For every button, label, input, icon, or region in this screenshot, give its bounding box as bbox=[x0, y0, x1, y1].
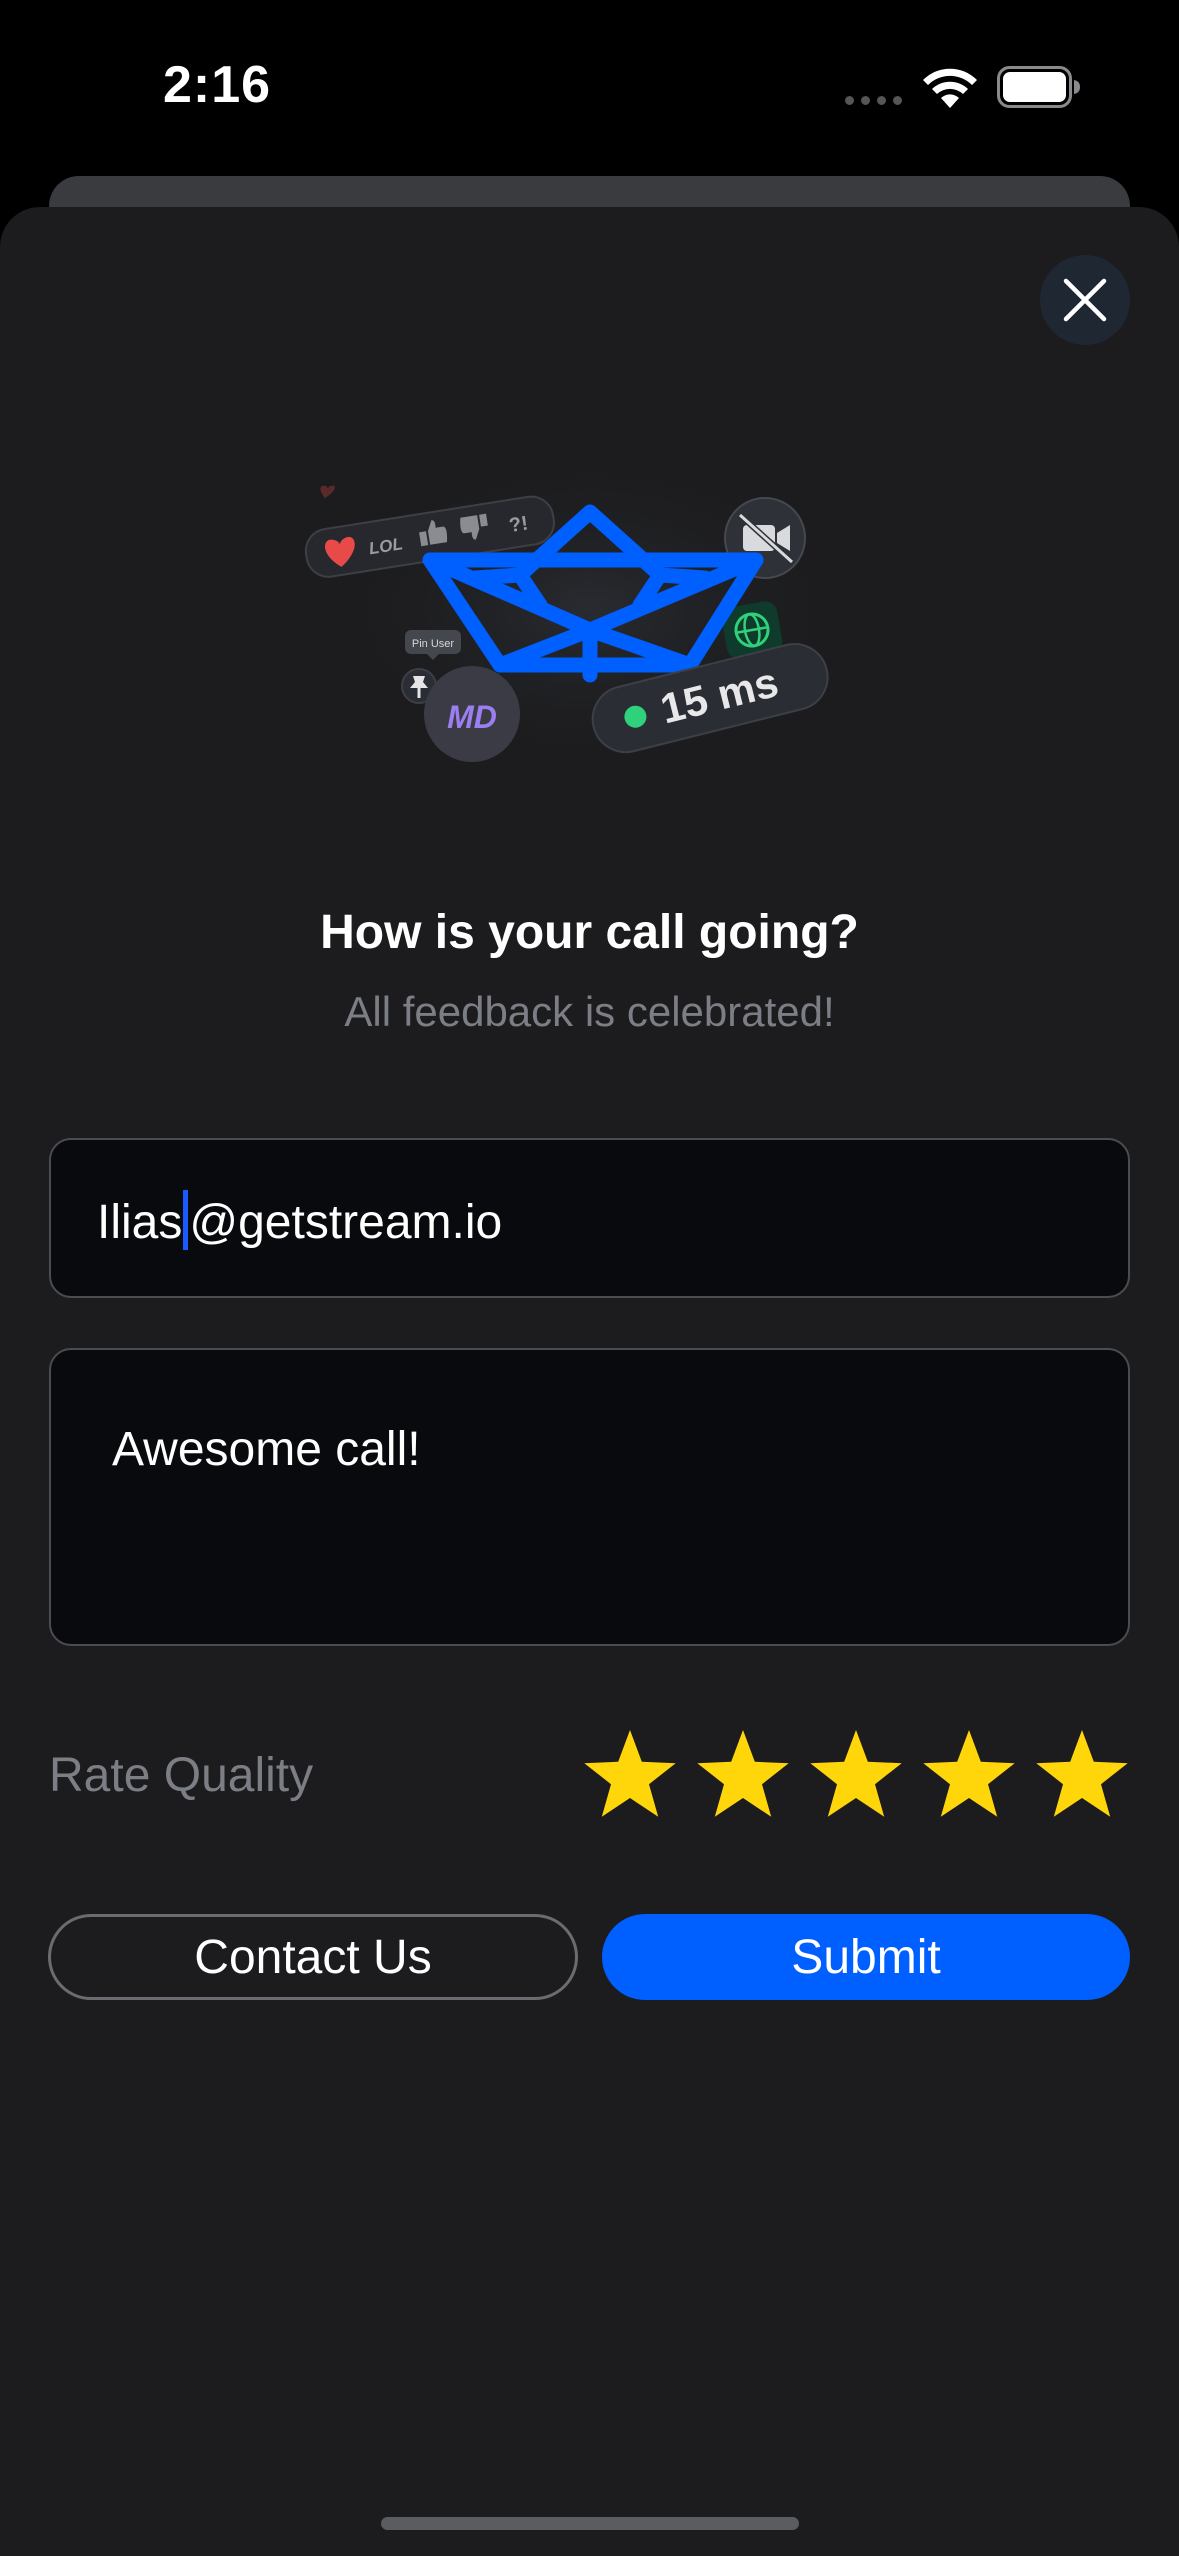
feedback-illustration: LOL ?! Pin User MD 15 ms bbox=[304, 440, 870, 780]
comment-value[interactable]: Awesome call! bbox=[112, 1422, 421, 1477]
star-icon[interactable] bbox=[921, 1727, 1017, 1823]
avatar: MD bbox=[424, 666, 520, 762]
text-caret bbox=[183, 1190, 189, 1250]
star-icon[interactable] bbox=[1034, 1727, 1130, 1823]
page-title: How is your call going? bbox=[320, 906, 859, 959]
star-icon[interactable] bbox=[582, 1727, 678, 1823]
submit-button[interactable]: Submit bbox=[602, 1914, 1130, 2000]
reaction-interrobang: ?! bbox=[508, 512, 530, 537]
email-value[interactable]: Ilias @getstream.io bbox=[97, 1190, 502, 1250]
star-icon[interactable] bbox=[808, 1727, 904, 1823]
status-bar: 2:16 bbox=[0, 0, 1179, 170]
close-icon bbox=[1063, 278, 1107, 322]
battery-icon bbox=[997, 66, 1080, 108]
home-indicator bbox=[381, 2517, 799, 2530]
status-time: 2:16 bbox=[163, 56, 272, 114]
rate-quality-label: Rate Quality bbox=[49, 1749, 314, 1802]
svg-text:MD: MD bbox=[447, 699, 497, 735]
wifi-icon bbox=[923, 68, 977, 108]
email-field[interactable]: Ilias @getstream.io bbox=[49, 1138, 1130, 1298]
cellular-signal-icon bbox=[845, 96, 905, 106]
comment-field[interactable]: Awesome call! bbox=[49, 1348, 1130, 1646]
star-icon[interactable] bbox=[695, 1727, 791, 1823]
page-subtitle: All feedback is celebrated! bbox=[344, 988, 835, 1035]
close-button[interactable] bbox=[1040, 255, 1130, 345]
contact-us-button[interactable]: Contact Us bbox=[48, 1914, 578, 2000]
svg-text:Pin User: Pin User bbox=[412, 638, 455, 650]
rating-stars bbox=[582, 1727, 1130, 1823]
